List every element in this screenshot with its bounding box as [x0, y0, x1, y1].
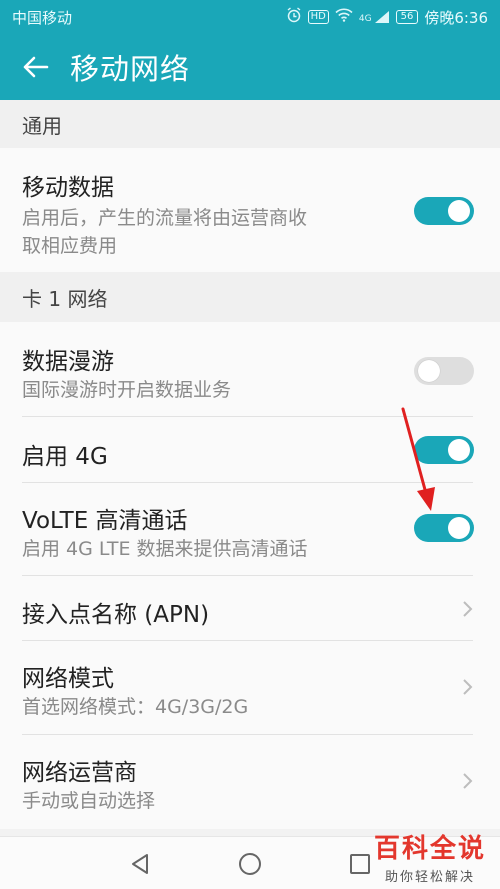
watermark-title: 百科全说 — [373, 834, 486, 864]
row-network-mode[interactable]: 网络模式 首选网络模式：4G/3G/2G — [0, 641, 500, 735]
alarm-icon — [286, 7, 302, 27]
status-icons: HD 4G 56 傍晚6:36 — [286, 7, 488, 28]
chevron-right-icon — [460, 677, 474, 697]
toggle-knob — [448, 439, 470, 461]
toggle-knob — [418, 360, 440, 382]
row-mobile-data[interactable]: 移动数据 启用后，产生的流量将由运营商收 取相应费用 — [0, 148, 500, 272]
section-header-sim1: 卡 1 网络 — [0, 272, 500, 322]
operator-desc: 手动或自动选择 — [22, 790, 156, 812]
mobile-data-desc-line2: 取相应费用 — [22, 235, 118, 257]
page-title: 移动网络 — [70, 52, 191, 86]
roaming-toggle[interactable] — [414, 357, 474, 385]
watermark-logo: 百科全说 助你轻松解决 — [370, 828, 490, 886]
wifi-icon — [335, 8, 353, 26]
section-header-general: 通用 — [0, 100, 500, 148]
mobile-data-toggle[interactable] — [414, 197, 474, 225]
battery-indicator: 56 — [395, 10, 419, 24]
row-network-operator[interactable]: 网络运营商 手动或自动选择 — [0, 735, 500, 829]
app-bar: 移动网络 — [0, 34, 500, 100]
watermark-subtitle: 助你轻松解决 — [384, 870, 475, 885]
apn-label: 接入点名称 (APN) — [22, 602, 210, 628]
clock: 傍晚6:36 — [424, 8, 488, 27]
arrow-left-icon[interactable] — [0, 34, 70, 100]
status-bar: 中国移动 HD 4G 56 傍晚6:36 — [0, 0, 500, 34]
row-apn[interactable]: 接入点名称 (APN) — [0, 576, 500, 641]
annotation-arrow-icon — [401, 407, 435, 511]
signal-icon: 4G — [359, 10, 390, 24]
triangle-back-icon[interactable] — [120, 837, 160, 889]
network-mode-desc: 首选网络模式：4G/3G/2G — [22, 696, 249, 718]
circle-home-icon[interactable] — [230, 837, 270, 889]
volte-label: VoLTE 高清通话 — [22, 508, 188, 534]
roaming-label: 数据漫游 — [22, 349, 114, 375]
toggle-knob — [448, 200, 470, 222]
chevron-right-icon — [460, 599, 474, 619]
volte-toggle[interactable] — [414, 514, 474, 542]
network-type-label: 4G — [358, 14, 372, 24]
operator-label: 网络运营商 — [22, 760, 137, 786]
carrier-name: 中国移动 — [12, 8, 73, 27]
hd-badge: HD — [307, 10, 329, 24]
toggle-knob — [448, 517, 470, 539]
enable-4g-label: 启用 4G — [22, 444, 108, 470]
mobile-data-desc-line1: 启用后，产生的流量将由运营商收 — [22, 207, 308, 229]
network-mode-label: 网络模式 — [22, 666, 114, 692]
row-data-roaming[interactable]: 数据漫游 国际漫游时开启数据业务 — [0, 322, 500, 417]
chevron-right-icon — [460, 771, 474, 791]
roaming-desc: 国际漫游时开启数据业务 — [22, 379, 232, 401]
mobile-data-label: 移动数据 — [22, 175, 114, 201]
volte-desc: 启用 4G LTE 数据来提供高清通话 — [22, 538, 308, 560]
